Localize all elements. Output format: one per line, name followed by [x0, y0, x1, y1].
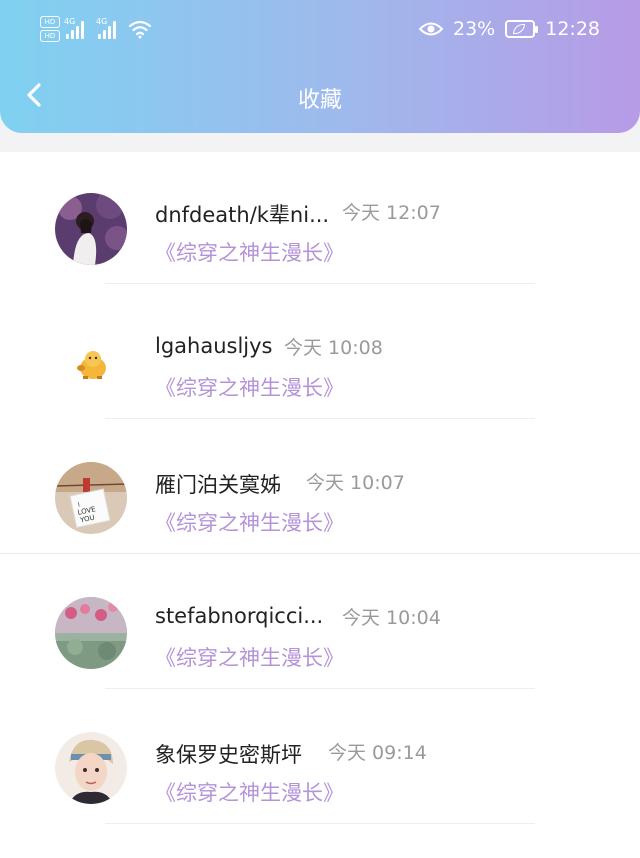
network-type: 4G	[64, 17, 76, 26]
clock: 12:28	[545, 18, 600, 40]
hd-indicator: HD HD	[40, 16, 60, 42]
favorites-list: dnfdeath/k辈ni... 今天 12:07 《综穿之神生漫长》 lgah…	[0, 152, 640, 858]
app-header: HD HD 4G 4G 23% 12:28 收藏	[0, 0, 640, 133]
list-item[interactable]: stefabnorqicci... 今天 10:04 《综穿之神生漫长》	[0, 557, 640, 692]
user-name: stefabnorqicci...	[155, 604, 324, 628]
avatar	[55, 732, 127, 804]
divider	[105, 823, 535, 824]
book-title[interactable]: 《综穿之神生漫长》	[155, 237, 344, 267]
avatar	[55, 328, 127, 400]
book-title[interactable]: 《综穿之神生漫长》	[155, 372, 344, 402]
battery-percent: 23%	[453, 18, 496, 40]
status-bar: HD HD 4G 4G 23% 12:28	[0, 0, 640, 62]
user-name: 象保罗史密斯坪	[155, 743, 302, 767]
user-name: lgahausljys	[155, 334, 273, 358]
timestamp: 今天 09:14	[328, 742, 427, 764]
avatar	[55, 597, 127, 669]
avatar: I LOVE YOU	[55, 462, 127, 534]
book-title[interactable]: 《综穿之神生漫长》	[155, 507, 344, 537]
list-item[interactable]: lgahausljys 今天 10:08 《综穿之神生漫长》	[0, 287, 640, 422]
eye-icon	[419, 22, 443, 36]
book-title[interactable]: 《综穿之神生漫长》	[155, 777, 344, 807]
page-title: 收藏	[297, 88, 342, 113]
timestamp: 今天 12:07	[342, 202, 441, 224]
divider	[105, 688, 535, 689]
divider	[105, 418, 535, 419]
hd-badge: HD	[40, 16, 60, 28]
avatar	[55, 193, 127, 265]
signal-icon: 4G	[96, 17, 116, 39]
timestamp: 今天 10:04	[342, 607, 441, 629]
list-item[interactable]: I LOVE YOU 雁门泊关寞姊 今天 10:07 《综穿之神生漫长》	[0, 422, 640, 557]
status-left: HD HD 4G 4G	[40, 16, 152, 42]
signal-icon: 4G	[64, 17, 84, 39]
wifi-icon	[128, 20, 152, 39]
list-item[interactable]: dnfdeath/k辈ni... 今天 12:07 《综穿之神生漫长》	[0, 152, 640, 287]
network-type: 4G	[96, 17, 108, 26]
user-name: 雁门泊关寞姊	[155, 473, 281, 497]
battery-icon	[505, 20, 539, 38]
timestamp: 今天 10:07	[306, 472, 405, 494]
status-right: 23% 12:28	[419, 18, 600, 40]
book-title[interactable]: 《综穿之神生漫长》	[155, 642, 344, 672]
divider	[105, 283, 535, 284]
timestamp: 今天 10:08	[284, 337, 383, 359]
user-name: dnfdeath/k辈ni...	[155, 203, 330, 227]
hd-badge: HD	[40, 30, 60, 42]
divider	[0, 553, 640, 554]
list-item[interactable]: 象保罗史密斯坪 今天 09:14 《综穿之神生漫长》	[0, 692, 640, 827]
